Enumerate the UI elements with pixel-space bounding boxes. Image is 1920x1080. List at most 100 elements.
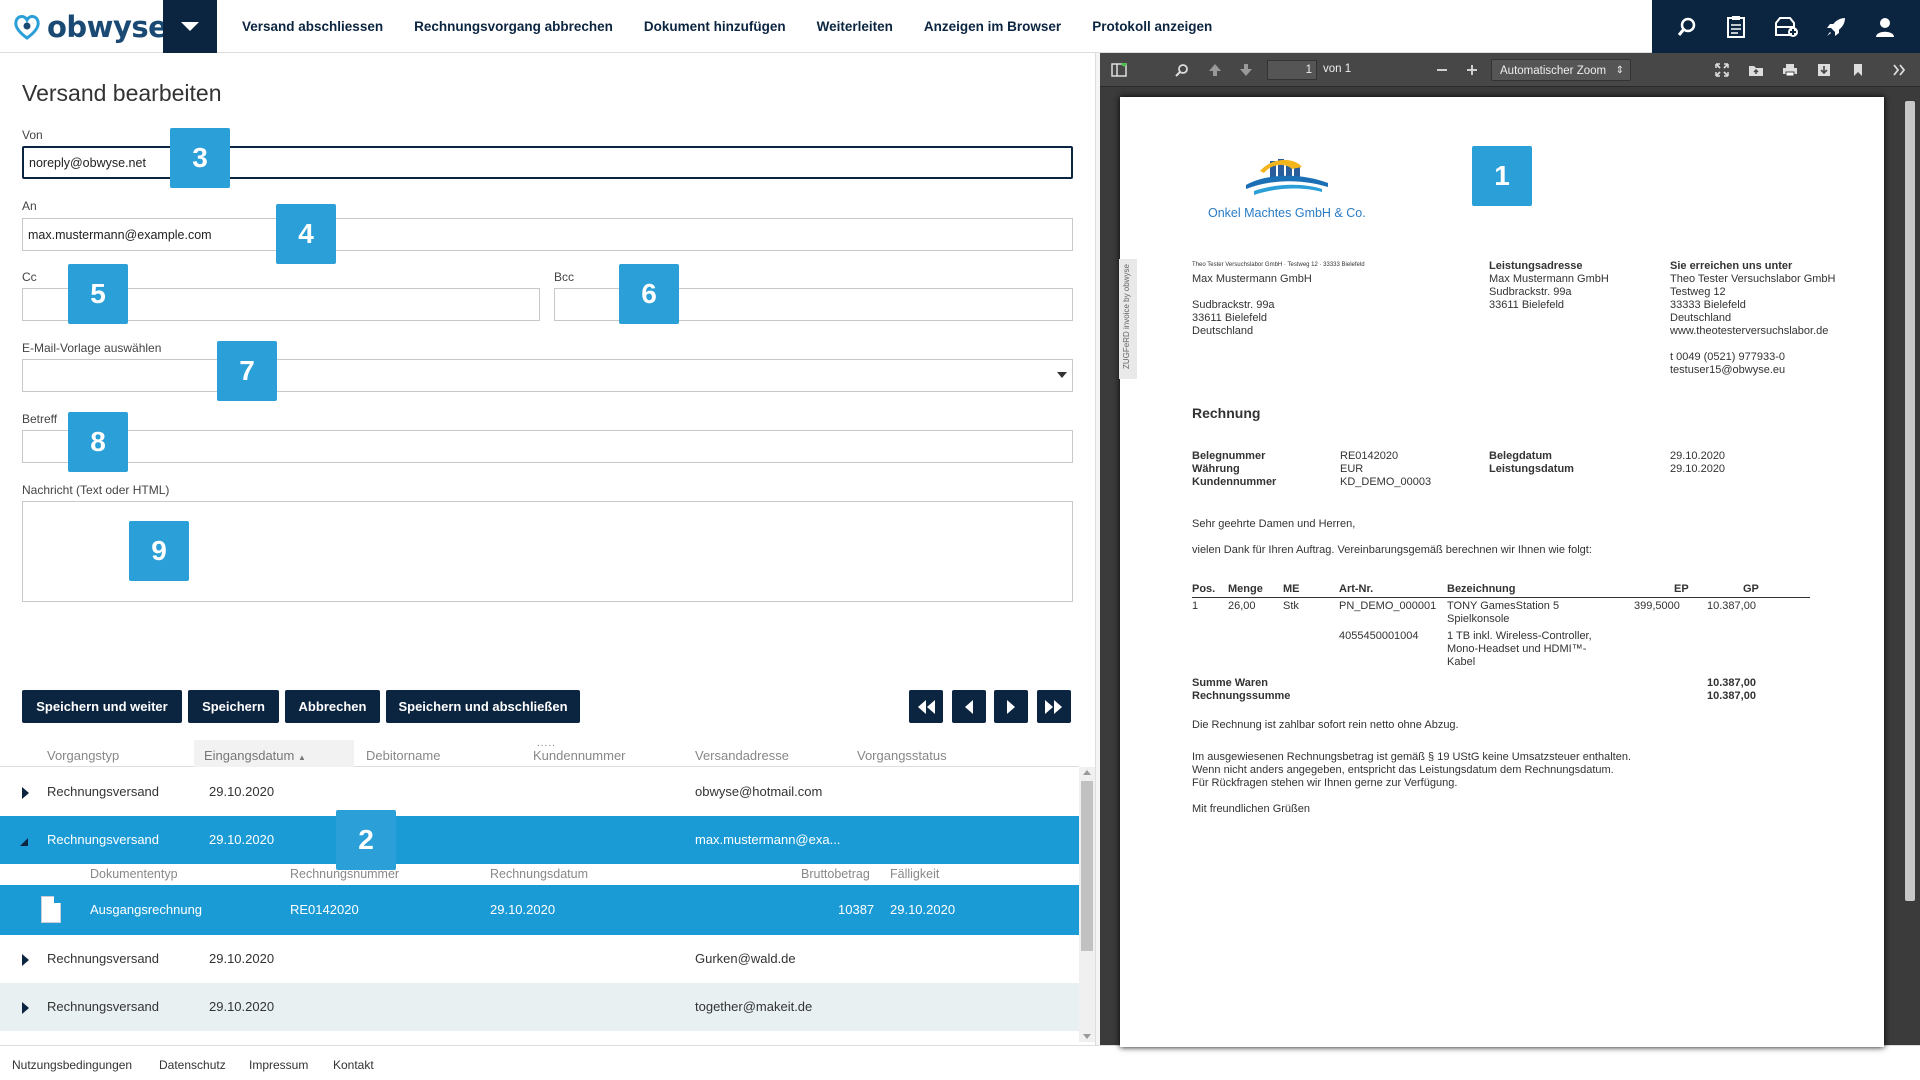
line-art-nr: 4055450001004: [1339, 630, 1419, 642]
scroll-up-icon[interactable]: [1083, 770, 1091, 775]
expand-arrow-icon[interactable]: [22, 1002, 29, 1014]
last-record-button[interactable]: [1037, 690, 1071, 723]
pdf-scrollbar[interactable]: [1903, 89, 1917, 1044]
detail-column-header[interactable]: Rechnungsdatum: [490, 864, 588, 884]
column-header-label: Debitorname: [366, 748, 441, 763]
collapse-arrow-icon[interactable]: [20, 838, 28, 846]
expand-arrow-icon[interactable]: [22, 954, 29, 966]
column-header-vorgangstyp[interactable]: Vorgangstyp: [37, 740, 194, 767]
sidebar-toggle-icon[interactable]: [1110, 61, 1128, 79]
detail-column-header[interactable]: Bruttobetrag: [801, 864, 870, 884]
tools-menu-icon[interactable]: [1890, 61, 1908, 79]
zoom-in-icon[interactable]: [1463, 61, 1481, 79]
save-button[interactable]: Speichern: [188, 690, 279, 723]
contact-line: Testweg 12: [1670, 286, 1726, 298]
nav-anzeigen-im-browser[interactable]: Anzeigen im Browser: [924, 19, 1061, 34]
download-icon[interactable]: [1815, 61, 1833, 79]
footer-link-impressum[interactable]: Impressum: [249, 1058, 308, 1072]
meta-label: Leistungsdatum: [1489, 463, 1574, 475]
footer-link-datenschutz[interactable]: Datenschutz: [159, 1058, 226, 1072]
nav-dokument-hinzufuegen[interactable]: Dokument hinzufügen: [644, 19, 786, 34]
column-header-debitorname[interactable]: Debitorname: [356, 740, 522, 767]
footer-link-nutzungsbedingungen[interactable]: Nutzungsbedingungen: [12, 1058, 132, 1072]
scroll-down-icon[interactable]: [1083, 1034, 1091, 1039]
nav-rechnungsvorgang-abbrechen[interactable]: Rechnungsvorgang abbrechen: [414, 19, 613, 34]
zoom-out-icon[interactable]: [1433, 61, 1451, 79]
inbox-add-icon[interactable]: [1771, 12, 1801, 42]
line-table-header: Art-Nr.: [1339, 583, 1374, 595]
line-art-nr: PN_DEMO_000001: [1339, 600, 1437, 612]
presentation-mode-icon[interactable]: [1713, 61, 1731, 79]
scrollbar-thumb[interactable]: [1905, 101, 1915, 901]
page-number-input[interactable]: [1267, 60, 1317, 80]
meta-label: Kundennummer: [1192, 476, 1277, 488]
sum-label: Rechnungssumme: [1192, 690, 1291, 702]
nav-versand-abschliessen[interactable]: Versand abschliessen: [242, 19, 383, 34]
column-header-versandadresse[interactable]: Versandadresse: [685, 740, 847, 767]
table-row-selected[interactable]: Rechnungsversand 29.10.2020 max.musterma…: [0, 816, 1079, 864]
template-select[interactable]: [22, 359, 1073, 392]
zugferd-side-tab[interactable]: ZUGFeRD invoice by obwyse: [1119, 259, 1137, 379]
next-page-icon[interactable]: [1237, 61, 1255, 79]
cancel-button[interactable]: Abbrechen: [285, 690, 380, 723]
company-logo: [1246, 159, 1328, 195]
table-row[interactable]: Rechnungsversand 29.10.2020 together@mak…: [0, 983, 1079, 1031]
detail-column-header[interactable]: Dokumententyp: [90, 864, 178, 884]
table-row[interactable]: Rechnungsversand 29.10.2020 obwyse@hotma…: [0, 768, 1079, 816]
grid-scrollbar[interactable]: [1079, 767, 1095, 1042]
page-title: Versand bearbeiten: [22, 80, 222, 106]
save-and-close-button[interactable]: Speichern und abschließen: [386, 690, 580, 723]
meta-label: Belegdatum: [1489, 450, 1552, 462]
obwyse-logo[interactable]: obwyse: [12, 9, 168, 45]
find-icon[interactable]: [1173, 61, 1191, 79]
line-bezeichnung: Spielkonsole: [1447, 613, 1510, 625]
previous-record-button[interactable]: [952, 690, 986, 723]
recipient-line: Deutschland: [1192, 325, 1254, 337]
footer: Nutzungsbedingungen Datenschutz Impressu…: [0, 1045, 1920, 1080]
message-label: Nachricht (Text oder HTML): [22, 483, 170, 497]
bookmark-icon[interactable]: [1849, 61, 1867, 79]
top-bar: obwyse Versand abschliessen Rechnungsvor…: [0, 0, 1920, 53]
cell-vorgangstyp: Rechnungsversand: [47, 999, 160, 1014]
document-icon: [41, 896, 61, 923]
double-chevron-right-icon: [1045, 699, 1062, 714]
cell-eingangsdatum: 29.10.2020: [209, 951, 275, 966]
table-row[interactable]: Rechnungsversand 29.10.2020 Gurken@wald.…: [0, 935, 1079, 983]
company-name: Onkel Machtes GmbH & Co.: [1208, 206, 1366, 220]
user-icon[interactable]: [1870, 12, 1900, 42]
next-record-button[interactable]: [994, 690, 1028, 723]
footer-link-kontakt[interactable]: Kontakt: [333, 1058, 374, 1072]
menu-dropdown-button[interactable]: [163, 0, 217, 53]
scrollbar-thumb[interactable]: [1081, 781, 1093, 951]
meta-value: EUR: [1340, 463, 1364, 475]
cell-rechnungsdatum: 29.10.2020: [490, 902, 556, 917]
action-menu: Versand abschliessen Rechnungsvorgang ab…: [242, 0, 1243, 53]
nav-protokoll-anzeigen[interactable]: Protokoll anzeigen: [1092, 19, 1212, 34]
column-header-vorgangsstatus[interactable]: Vorgangsstatus: [847, 740, 1009, 767]
first-record-button[interactable]: [909, 690, 943, 723]
chevron-right-icon: [1007, 699, 1015, 714]
to-field[interactable]: [22, 218, 1073, 251]
detail-column-header[interactable]: Fälligkeit: [890, 864, 939, 884]
subject-field[interactable]: [22, 430, 1073, 463]
open-file-icon[interactable]: [1747, 61, 1765, 79]
previous-page-icon[interactable]: [1206, 61, 1224, 79]
rocket-icon[interactable]: [1821, 12, 1851, 42]
pdf-toolbar: von 1 Automatischer Zoom ⇕: [1100, 53, 1920, 87]
nav-weiterleiten[interactable]: Weiterleiten: [817, 19, 893, 34]
recipient-line: Sudbrackstr. 99a: [1192, 299, 1275, 311]
meta-value: RE0142020: [1340, 450, 1399, 462]
zoom-select[interactable]: Automatischer Zoom ⇕: [1491, 59, 1631, 81]
contact-line: testuser15@obwyse.eu: [1670, 364, 1786, 376]
expand-arrow-icon[interactable]: [22, 787, 29, 799]
column-header-eingangsdatum[interactable]: Eingangsdatum ▲: [194, 740, 354, 767]
print-icon[interactable]: [1781, 61, 1799, 79]
search-icon[interactable]: [1672, 12, 1702, 42]
meta-label: Belegnummer: [1192, 450, 1266, 462]
detail-row[interactable]: Ausgangsrechnung RE0142020 29.10.2020 10…: [0, 885, 1079, 935]
clipboard-icon[interactable]: [1721, 12, 1751, 42]
to-label: An: [22, 199, 37, 213]
column-header-kundennummer[interactable]: Kundennummer: [523, 740, 685, 767]
meta-label: Währung: [1192, 463, 1240, 475]
save-and-next-button[interactable]: Speichern und weiter: [22, 690, 182, 723]
